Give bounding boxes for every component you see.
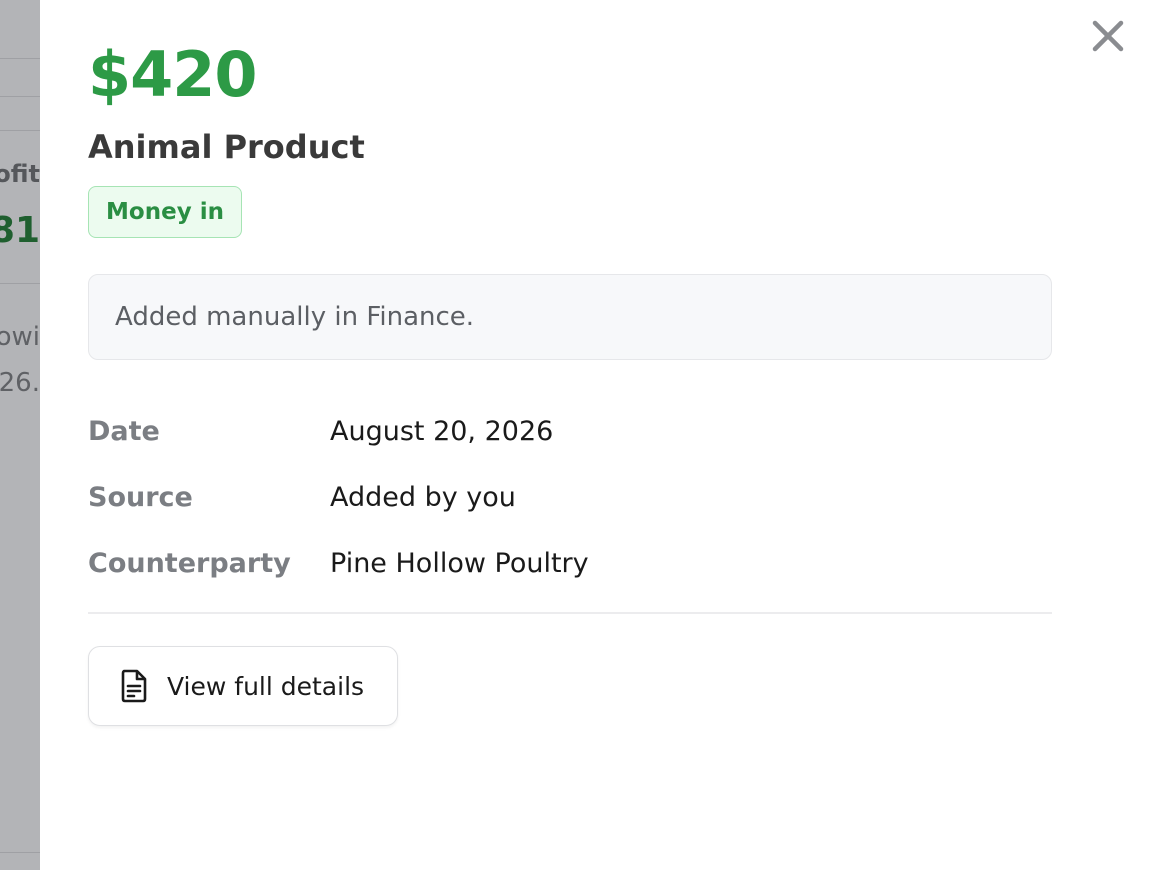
transaction-note: Added manually in Finance. <box>88 274 1052 360</box>
document-icon <box>119 669 149 703</box>
detail-label: Source <box>88 481 193 513</box>
note-text: Added manually in Finance. <box>115 302 475 332</box>
view-full-details-label: View full details <box>167 671 365 701</box>
detail-row-source: Source Added by you <box>88 464 1052 530</box>
background-text: owi <box>0 322 40 352</box>
transaction-amount: $420 <box>88 38 258 111</box>
background-divider <box>0 96 40 97</box>
detail-value: August 20, 2026 <box>330 415 554 447</box>
background-divider <box>0 283 40 284</box>
background-overlay[interactable]: rofit 81 owi 26. <box>0 0 40 870</box>
close-button[interactable] <box>1088 16 1128 56</box>
background-text: 26. <box>0 368 40 398</box>
transaction-category: Animal Product <box>88 128 365 166</box>
divider <box>88 612 1052 614</box>
background-divider <box>0 58 40 59</box>
detail-value: Added by you <box>330 481 516 513</box>
detail-label: Date <box>88 415 160 447</box>
detail-value: Pine Hollow Poultry <box>330 547 589 579</box>
view-full-details-button[interactable]: View full details <box>88 646 398 726</box>
transaction-drawer: $420 Animal Product Money in Added manua… <box>40 0 1156 870</box>
close-icon[interactable] <box>1091 19 1125 53</box>
background-divider <box>0 852 40 853</box>
details-list: Date August 20, 2026 Source Added by you… <box>88 398 1052 596</box>
page: rofit 81 owi 26. $420 Animal Product Mon… <box>0 0 1156 870</box>
detail-row-counterparty: Counterparty Pine Hollow Poultry <box>88 530 1052 596</box>
money-in-badge: Money in <box>88 186 242 238</box>
background-divider <box>0 130 40 131</box>
background-profit-value: 81 <box>0 210 40 251</box>
detail-label: Counterparty <box>88 547 291 579</box>
background-profit-label: rofit <box>0 160 40 188</box>
detail-row-date: Date August 20, 2026 <box>88 398 1052 464</box>
